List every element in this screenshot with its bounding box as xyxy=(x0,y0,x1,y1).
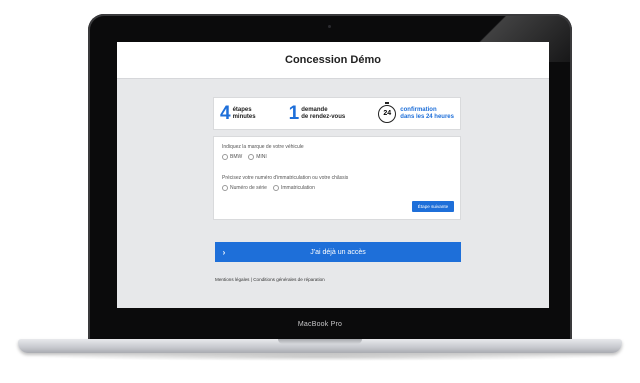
radio-serial-number[interactable]: Numéro de série xyxy=(222,185,267,191)
radio-serial-dot[interactable] xyxy=(222,185,228,191)
feature-request-number: 1 xyxy=(288,103,300,124)
feature-request-text: demande de rendez-vous xyxy=(301,107,345,120)
features-card: 4 étapes minutes 1 demande de rendez-vou… xyxy=(213,97,461,130)
feature-steps-text: étapes minutes xyxy=(233,107,256,120)
feature-confirmation-line1: confirmation xyxy=(400,106,437,113)
plate-question-label: Précisez votre numéro d'immatriculation … xyxy=(222,175,349,181)
laptop-model-label: MacBook Pro xyxy=(297,321,343,328)
existing-access-label: J'ai déjà un accès xyxy=(310,248,366,256)
radio-mini-label: MINI xyxy=(256,154,267,160)
existing-access-button[interactable]: › J'ai déjà un accès xyxy=(215,242,461,262)
radio-mini[interactable]: MINI xyxy=(248,154,267,160)
feature-steps: 4 étapes minutes xyxy=(220,104,256,123)
footer-links[interactable]: Mentions légales | Conditions générales … xyxy=(215,277,325,282)
feature-request-line1: demande xyxy=(301,106,328,113)
feature-request-line2: de rendez-vous xyxy=(301,113,346,120)
feature-confirmation: 24 confirmation dans les 24 heures xyxy=(378,101,454,123)
radio-registration[interactable]: Immatriculation xyxy=(272,185,315,191)
radio-serial-label: Numéro de série xyxy=(230,185,267,191)
feature-confirmation-text: confirmation dans les 24 heures xyxy=(400,107,454,120)
radio-registration-dot[interactable] xyxy=(272,185,279,191)
laptop-base-notch xyxy=(278,339,362,344)
radio-bmw-dot[interactable] xyxy=(222,154,228,160)
stopwatch-icon: 24 xyxy=(378,101,397,123)
radio-registration-label: Immatriculation xyxy=(280,185,315,191)
brand-radio-group: BMW MINI xyxy=(222,154,267,160)
feature-confirmation-line2: dans les 24 heures xyxy=(400,113,454,120)
next-step-button[interactable]: Étape suivante xyxy=(412,201,454,212)
brand-question-label: Indiquez la marque de votre véhicule xyxy=(222,144,304,150)
vehicle-form: Indiquez la marque de votre véhicule BMW… xyxy=(213,136,461,220)
id-radio-group: Numéro de série Immatriculation xyxy=(222,185,315,191)
laptop-screen: Concession Démo 4 étapes minutes 1 deman… xyxy=(117,42,549,308)
feature-steps-line2: minutes xyxy=(232,113,256,120)
radio-bmw[interactable]: BMW xyxy=(222,154,242,160)
radio-bmw-label: BMW xyxy=(230,154,243,160)
radio-mini-dot[interactable] xyxy=(248,154,255,160)
page-title: Concession Démo xyxy=(285,54,381,66)
camera-icon xyxy=(328,25,331,28)
chevron-right-icon: › xyxy=(222,247,226,257)
laptop-shadow xyxy=(36,353,604,361)
site-header: Concession Démo xyxy=(117,42,549,79)
feature-steps-number: 4 xyxy=(220,103,231,124)
feature-steps-line1: étapes xyxy=(232,106,252,113)
feature-request: 1 demande de rendez-vous xyxy=(289,104,346,123)
